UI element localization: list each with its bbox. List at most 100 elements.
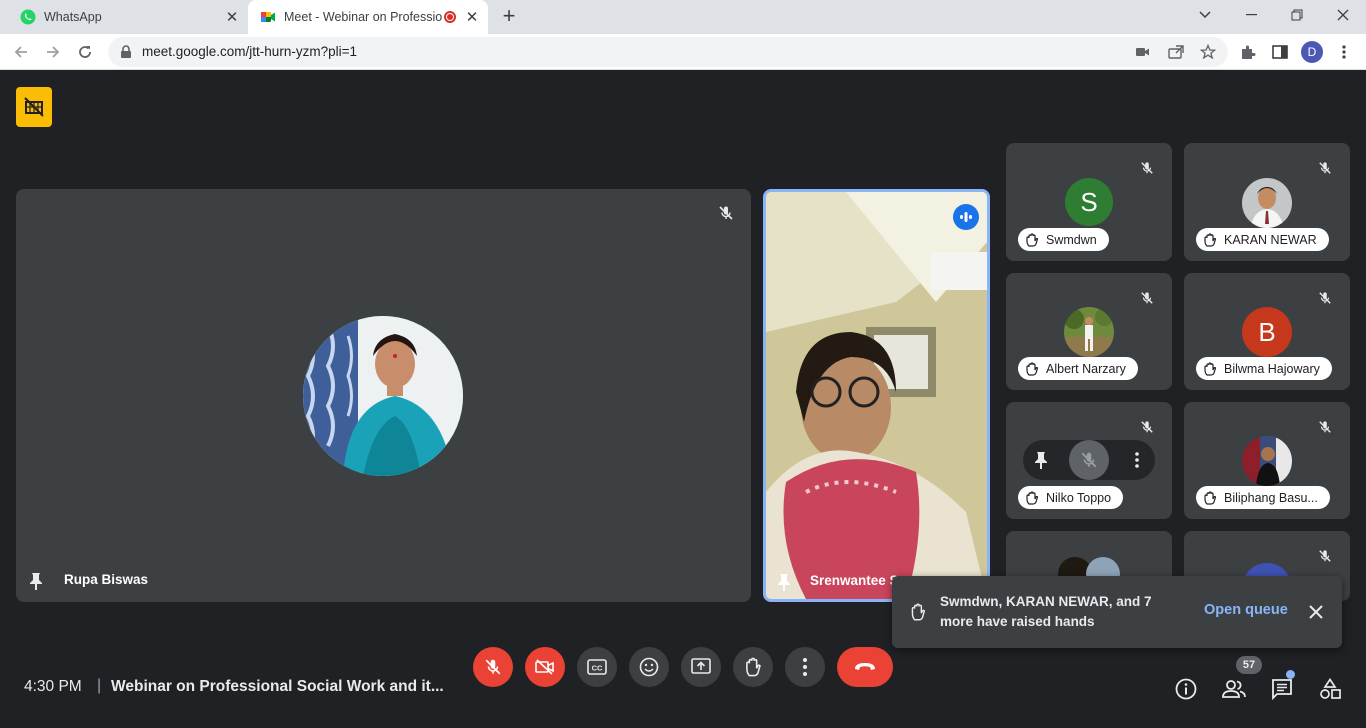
activities-icon[interactable] [1317,676,1343,702]
participant-name: Nilko Toppo [1046,490,1112,505]
unread-chat-dot [1286,670,1295,679]
tile-hover-controls [1023,440,1155,480]
raised-hand-icon [1026,490,1039,505]
muted-mic-icon [1312,155,1338,181]
raised-hand-icon [1204,232,1217,247]
pin-icon[interactable] [1033,450,1049,475]
participant-tile[interactable]: KARAN NEWAR [1184,143,1350,261]
participant-name: Srenwantee S [810,573,899,588]
meeting-title[interactable]: Webinar on Professional Social Work and … [111,678,444,696]
raised-hand-name-tag: Bilwma Hajowary [1196,357,1332,380]
notification-message: Swmdwn, KARAN NEWAR, and 7 more have rai… [940,594,1152,629]
lock-icon [121,45,131,58]
raised-hands-notification: Swmdwn, KARAN NEWAR, and 7 more have rai… [892,576,1342,648]
participant-tile[interactable]: Nilko Toppo [1006,402,1172,519]
browser-tab-strip: WhatsApp ✕ Meet - Webinar on Professio ✕… [0,0,1366,34]
whatsapp-icon [20,9,36,25]
close-tab-icon[interactable]: ✕ [222,7,242,27]
raised-hand-name-tag: Nilko Toppo [1018,486,1124,509]
chat-icon[interactable] [1269,676,1295,702]
participant-initial-avatar: S [1065,178,1113,226]
close-notification-icon[interactable] [1306,602,1326,622]
reload-icon[interactable] [74,41,96,63]
forward-icon[interactable] [42,41,64,63]
close-window-icon[interactable] [1320,0,1366,30]
side-panel-icon[interactable] [1269,41,1291,63]
muted-mic-icon [1312,285,1338,311]
tab-title: WhatsApp [44,10,102,24]
url-text: meet.google.com/jtt-hurn-yzm?pli=1 [142,44,357,59]
hidden-self-view-icon[interactable] [16,87,52,127]
raised-hand-name-tag: KARAN NEWAR [1196,228,1329,251]
participant-tile[interactable]: S Swmdwn [1006,143,1172,261]
meeting-details-icon[interactable] [1173,676,1199,702]
captions-button[interactable]: CC [577,647,617,687]
raised-hand-name-tag: Albert Narzary [1018,357,1138,380]
pin-icon[interactable] [28,572,44,595]
browser-toolbar: meet.google.com/jtt-hurn-yzm?pli=1 D [0,34,1366,70]
raised-hand-icon [1026,232,1039,247]
leave-call-button[interactable] [837,647,893,687]
camera-in-use-icon[interactable] [1136,46,1150,58]
participant-tile[interactable]: B Bilwma Hajowary [1184,273,1350,390]
participant-tile[interactable]: Biliphang Basu... [1184,402,1350,519]
back-icon[interactable] [10,41,32,63]
participant-initial-avatar: B [1242,307,1292,357]
muted-mic-icon [1312,414,1338,440]
speaking-indicator-icon [953,204,979,230]
participant-name: KARAN NEWAR [1224,232,1317,247]
address-bar[interactable]: meet.google.com/jtt-hurn-yzm?pli=1 [108,37,1228,67]
camera-off-button[interactable] [525,647,565,687]
muted-mic-icon [1134,285,1160,311]
raised-hand-icon [1204,361,1217,376]
participant-name: Bilwma Hajowary [1224,361,1320,376]
meeting-time: 4:30 PM [24,678,82,695]
restore-icon[interactable] [1274,0,1320,30]
microphone-off-button[interactable] [473,647,513,687]
speaker-video [766,192,987,599]
participant-photo-avatar [1242,178,1292,228]
chrome-menu-icon[interactable] [1333,41,1355,63]
open-queue-link[interactable]: Open queue [1204,602,1288,618]
more-options-icon[interactable] [1135,452,1139,473]
more-options-button[interactable] [785,647,825,687]
bookmark-star-icon[interactable] [1200,44,1216,60]
tab-search-icon[interactable] [1182,0,1228,30]
tab-whatsapp[interactable]: WhatsApp ✕ [8,0,248,34]
close-tab-icon[interactable]: ✕ [462,7,482,27]
recording-icon [444,11,456,23]
active-speaker-tile[interactable]: Srenwantee S [763,189,990,602]
profile-avatar[interactable]: D [1301,41,1323,63]
mute-participant-button[interactable] [1069,440,1109,480]
participant-avatar [303,316,463,476]
reactions-button[interactable] [629,647,669,687]
participant-photo-avatar [1064,307,1114,357]
raised-hand-icon [1204,490,1217,505]
tab-title: Meet - Webinar on Professio [284,10,443,24]
participant-photo-avatar [1242,436,1292,486]
participant-name: Biliphang Basu... [1224,490,1318,505]
muted-mic-icon [713,200,739,226]
pin-icon[interactable] [776,573,792,596]
tab-meet[interactable]: Meet - Webinar on Professio ✕ [248,0,488,34]
raised-hand-icon [1026,361,1039,376]
raised-hand-name-tag: Biliphang Basu... [1196,486,1330,509]
new-tab-button[interactable]: + [498,5,520,28]
participant-tile-main[interactable]: Rupa Biswas [16,189,751,602]
extensions-icon[interactable] [1237,41,1259,63]
people-icon[interactable] [1221,676,1247,702]
participant-name: Albert Narzary [1046,361,1126,376]
muted-mic-icon [1134,414,1160,440]
raised-hand-name-tag: Swmdwn [1018,228,1109,251]
participant-tile[interactable]: Albert Narzary [1006,273,1172,390]
google-meet-icon [261,12,275,22]
share-icon[interactable] [1168,45,1184,59]
raise-hand-button[interactable] [733,647,773,687]
muted-mic-icon [1312,543,1338,569]
participant-count-badge: 57 [1236,656,1262,674]
separator: | [97,677,102,694]
present-screen-button[interactable] [681,647,721,687]
minimize-icon[interactable] [1228,0,1274,30]
participant-name: Rupa Biswas [64,572,149,587]
raised-hand-icon [911,603,926,621]
